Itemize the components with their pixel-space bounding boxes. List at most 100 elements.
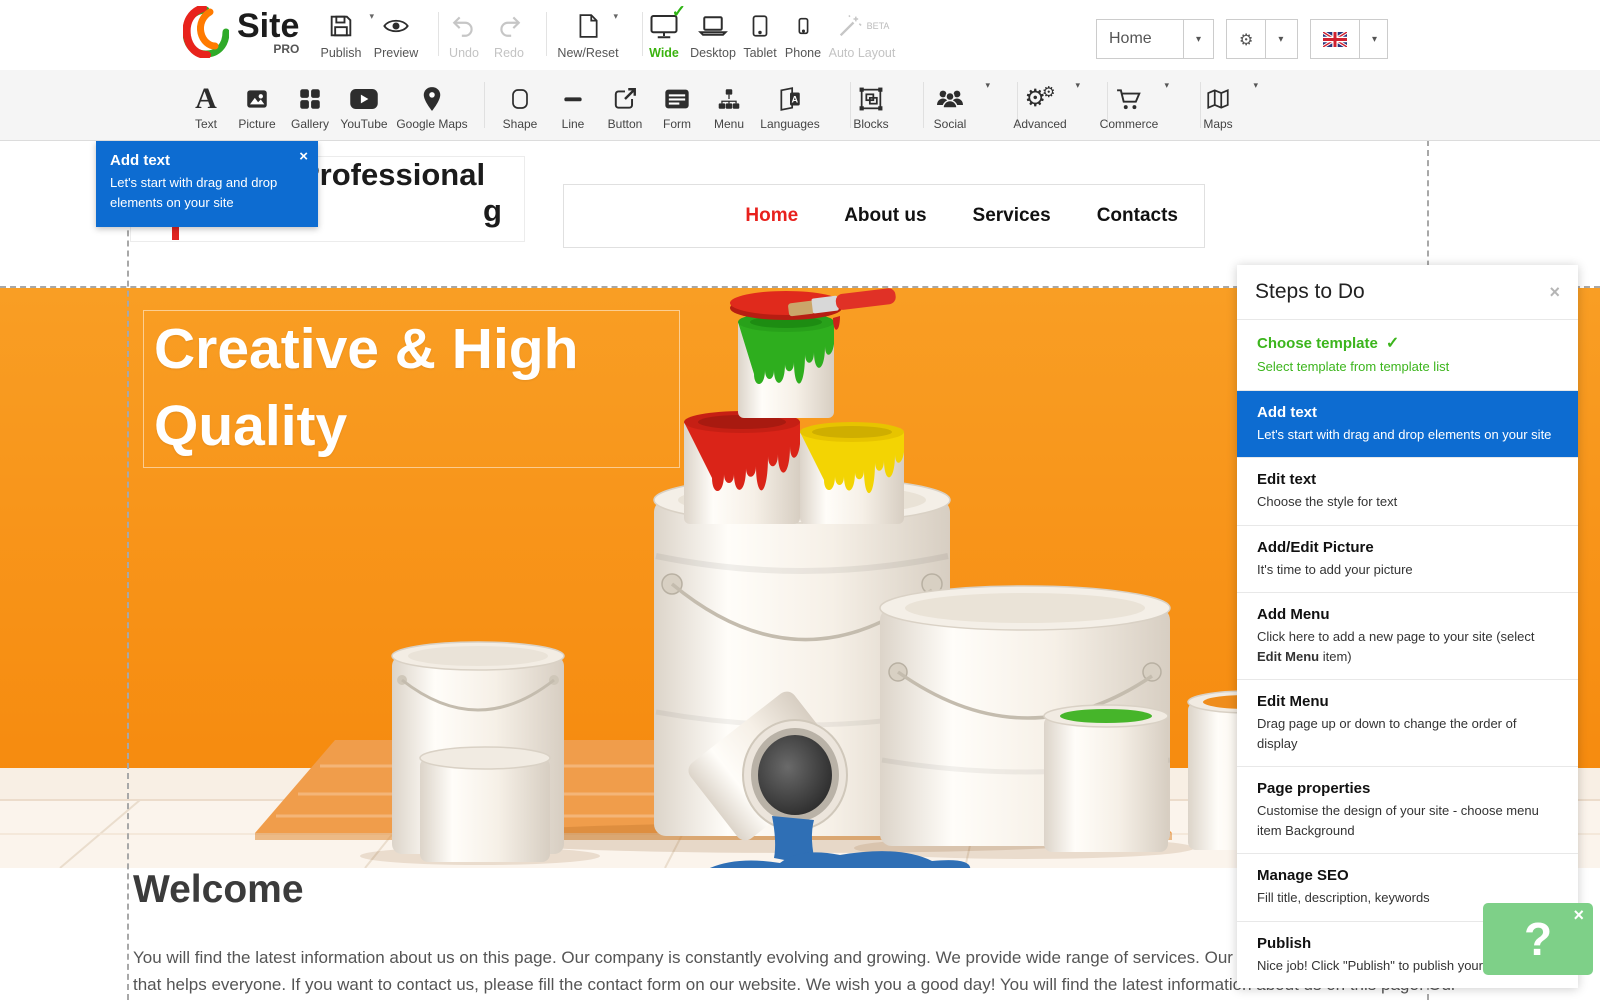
toolbar-item-form[interactable]: Form xyxy=(647,82,707,131)
divider xyxy=(438,12,439,56)
save-icon: ▾ xyxy=(316,9,366,43)
svg-text:A: A xyxy=(792,94,799,104)
top-toolbar: Site PRO ▾ Publish Preview Undo xyxy=(0,0,1600,70)
steps-to-do-panel: Steps to Do × Choose template✓ Select te… xyxy=(1237,265,1578,988)
steps-panel-close-icon[interactable]: × xyxy=(1549,282,1560,303)
toolbar-item-advanced[interactable]: ⚙⚙ ▾ Advanced xyxy=(1010,82,1070,131)
device-phone-button[interactable]: Phone xyxy=(782,9,824,60)
language-caret-icon[interactable]: ▾ xyxy=(1359,20,1389,58)
site-nav-home[interactable]: Home xyxy=(745,205,798,227)
text-icon: A xyxy=(195,84,217,114)
step-add-edit-picture[interactable]: Add/Edit Picture It's time to add your p… xyxy=(1237,526,1578,594)
toolbar-item-button[interactable]: Button xyxy=(595,82,655,131)
page-select[interactable]: Home ▾ xyxy=(1096,19,1214,59)
toolbar-item-line[interactable]: Line xyxy=(543,82,603,131)
divider xyxy=(546,12,547,56)
toolbar-item-menu[interactable]: Menu xyxy=(699,82,759,131)
hero-heading-line2: Quality xyxy=(154,388,679,465)
gear-icon[interactable]: ⚙ xyxy=(1227,20,1265,58)
page-select-caret-icon[interactable]: ▾ xyxy=(1183,20,1213,58)
line-icon xyxy=(543,82,603,115)
step-page-properties[interactable]: Page properties Customise the design of … xyxy=(1237,767,1578,854)
hero-heading[interactable]: Creative & High Quality xyxy=(143,310,680,468)
step-choose-template[interactable]: Choose template✓ Select template from te… xyxy=(1237,320,1578,391)
hero-heading-line1: Creative & High xyxy=(154,311,679,388)
step-edit-menu[interactable]: Edit Menu Drag page up or down to change… xyxy=(1237,680,1578,767)
page-select-value[interactable]: Home xyxy=(1097,20,1183,58)
toolbar-item-youtube[interactable]: YouTube xyxy=(334,82,394,131)
help-button[interactable]: ? × xyxy=(1483,903,1593,975)
site-logo-text-line2: g xyxy=(483,193,502,229)
gears-icon: ⚙⚙ ▾ xyxy=(1010,82,1070,115)
toolbar-item-shape[interactable]: Shape xyxy=(490,82,550,131)
magic-wand-icon: BETA xyxy=(824,9,900,43)
social-people-icon: ▾ xyxy=(920,82,980,115)
toolbar-item-blocks[interactable]: Blocks xyxy=(841,82,901,131)
site-nav-menu: Home About us Services Contacts xyxy=(563,184,1205,248)
phone-icon xyxy=(782,9,824,43)
add-text-tooltip: Add text Let's start with drag and drop … xyxy=(96,141,318,227)
steps-panel-title: Steps to Do xyxy=(1255,280,1365,304)
toolbar-item-languages[interactable]: A Languages xyxy=(755,82,825,131)
app-logo: Site PRO xyxy=(183,6,299,58)
device-wide-button[interactable]: ✓ Wide xyxy=(640,9,688,60)
cart-icon: ▾ xyxy=(1099,82,1159,115)
beta-badge: BETA xyxy=(867,21,890,31)
new-reset-caret-icon[interactable]: ▾ xyxy=(613,11,618,22)
settings-caret-icon[interactable]: ▾ xyxy=(1265,20,1295,58)
uk-flag-icon[interactable] xyxy=(1311,20,1359,58)
toolbar-item-maps[interactable]: ▾ Maps xyxy=(1188,82,1248,131)
redo-button[interactable]: Redo xyxy=(488,9,530,60)
redo-icon xyxy=(488,9,530,43)
social-caret-icon[interactable]: ▾ xyxy=(985,80,990,91)
folded-map-icon: ▾ xyxy=(1188,82,1248,115)
tooltip-title: Add text xyxy=(110,152,304,169)
tablet-icon xyxy=(740,9,780,43)
button-icon xyxy=(595,82,655,115)
device-desktop-button[interactable]: Desktop xyxy=(688,9,738,60)
eye-icon xyxy=(372,9,420,43)
tooltip-close-icon[interactable]: × xyxy=(299,148,308,165)
wide-active-check-icon: ✓ xyxy=(672,2,686,22)
step-done-check-icon: ✓ xyxy=(1386,335,1399,352)
new-reset-button[interactable]: ▾ New/Reset xyxy=(552,9,624,60)
form-icon xyxy=(647,82,707,115)
tooltip-body: Let's start with drag and drop elements … xyxy=(110,173,286,213)
welcome-heading[interactable]: Welcome xyxy=(133,868,304,912)
preview-button[interactable]: Preview xyxy=(372,9,420,60)
youtube-icon xyxy=(334,82,394,115)
help-close-icon[interactable]: × xyxy=(1573,905,1584,926)
site-nav-services[interactable]: Services xyxy=(973,205,1051,227)
question-mark-icon: ? xyxy=(1524,912,1552,966)
publish-button[interactable]: ▾ Publish xyxy=(316,9,366,60)
step-add-text[interactable]: Add text Let's start with drag and drop … xyxy=(1237,391,1578,459)
map-pin-icon xyxy=(392,82,472,115)
toolbar-item-social[interactable]: ▾ Social xyxy=(920,82,980,131)
language-select[interactable]: ▾ xyxy=(1310,19,1388,59)
site-nav-about-us[interactable]: About us xyxy=(844,205,926,227)
toolbar-item-commerce[interactable]: ▾ Commerce xyxy=(1099,82,1159,131)
undo-button[interactable]: Undo xyxy=(442,9,486,60)
wide-monitor-icon: ✓ xyxy=(640,9,688,43)
advanced-caret-icon[interactable]: ▾ xyxy=(1075,80,1080,91)
device-tablet-button[interactable]: Tablet xyxy=(740,9,780,60)
toolbar-item-gallery[interactable]: Gallery xyxy=(280,82,340,131)
site-nav-contacts[interactable]: Contacts xyxy=(1097,205,1178,227)
gallery-icon xyxy=(280,82,340,115)
divider xyxy=(484,82,485,128)
commerce-caret-icon[interactable]: ▾ xyxy=(1164,80,1169,91)
step-add-menu[interactable]: Add Menu Click here to add a new page to… xyxy=(1237,593,1578,680)
new-document-icon: ▾ xyxy=(552,9,624,43)
settings-button[interactable]: ⚙ ▾ xyxy=(1226,19,1298,59)
blocks-icon xyxy=(841,82,901,115)
sitemap-icon xyxy=(699,82,759,115)
toolbar-item-picture[interactable]: Picture xyxy=(227,82,287,131)
step-edit-text[interactable]: Edit text Choose the style for text xyxy=(1237,458,1578,526)
languages-icon: A xyxy=(755,82,825,115)
app-logo-name: Site xyxy=(237,6,299,46)
elements-toolbar: A Text Picture Gallery YouTube Google Ma… xyxy=(0,70,1600,141)
auto-layout-button[interactable]: BETA Auto Layout xyxy=(824,9,900,60)
shape-icon xyxy=(490,82,550,115)
toolbar-item-google-maps[interactable]: Google Maps xyxy=(392,82,472,131)
maps-caret-icon[interactable]: ▾ xyxy=(1253,80,1258,91)
